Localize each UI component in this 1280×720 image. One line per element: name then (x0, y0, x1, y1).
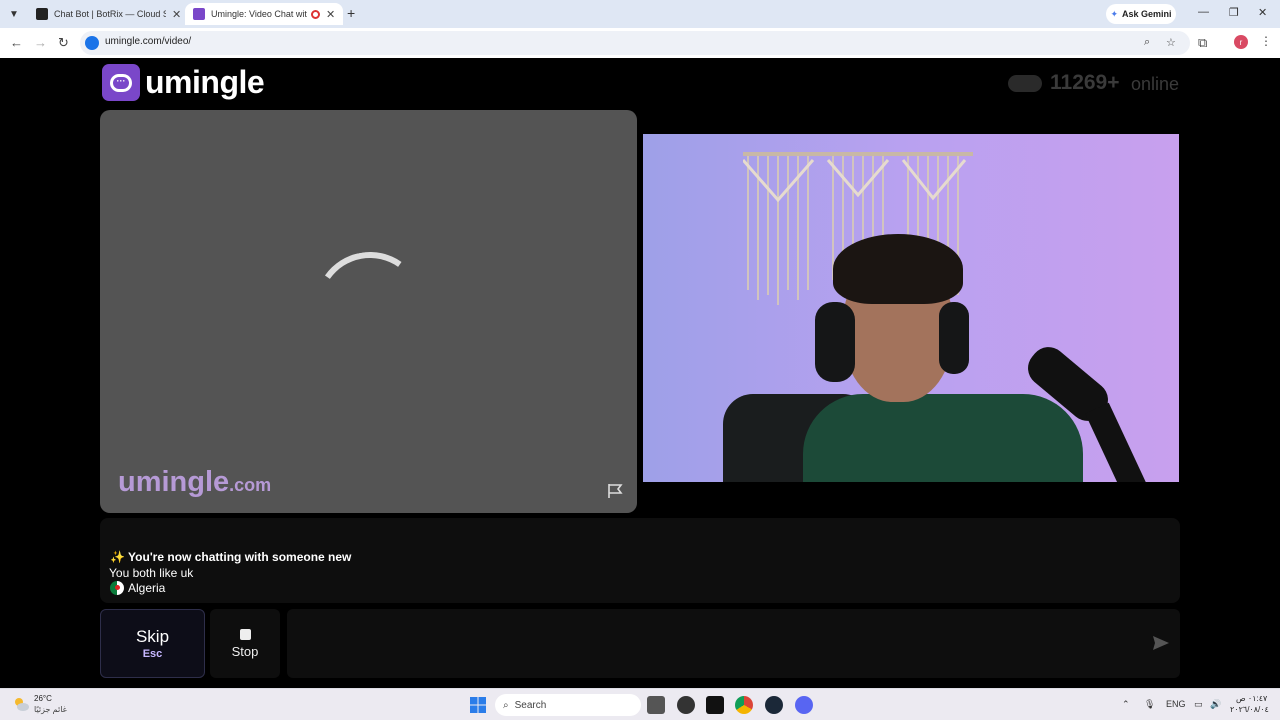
close-window-icon[interactable]: ✕ (1258, 6, 1267, 19)
stranger-video: umingle.com (100, 110, 637, 513)
online-label: online (1131, 74, 1180, 94)
windows-start-icon[interactable] (469, 696, 487, 714)
url-text[interactable]: umingle.com/video/ (105, 36, 191, 47)
weather-partly-cloudy-icon[interactable] (12, 696, 30, 712)
skip-label: Skip (135, 627, 170, 646)
report-flag-icon[interactable] (607, 483, 625, 499)
watermark-main: umingle (118, 466, 230, 498)
tab-title: Chat Bot | BotRix — Cloud Strea (54, 9, 166, 19)
stop-icon (239, 628, 251, 640)
restore-icon[interactable]: ❐ (1229, 6, 1239, 19)
zoom-icon[interactable]: ⌕ (1144, 36, 1150, 49)
self-camera-video (643, 134, 1179, 482)
address-bar[interactable]: umingle.com/video/ ⌕ ☆ (80, 31, 1190, 55)
taskbar-search[interactable]: ⌕ Search (495, 694, 641, 716)
bookmark-star-icon[interactable]: ☆ (1166, 36, 1176, 49)
headset-left (815, 302, 855, 382)
search-icon: ⌕ (503, 699, 509, 711)
minimize-icon[interactable]: — (1198, 6, 1209, 18)
stop-button[interactable]: Stop (210, 609, 280, 678)
taskbar-search-label: Search (514, 699, 547, 711)
botrix-favicon-icon (36, 8, 48, 20)
obs-app-icon[interactable] (677, 696, 695, 714)
close-tab-icon[interactable]: ✕ (172, 8, 181, 21)
skip-button[interactable]: Skip Esc (100, 609, 205, 678)
headset-right (939, 302, 969, 374)
umingle-logo-icon[interactable]: ··· (102, 64, 140, 101)
system-message-new-partner: ✨ You're now chatting with someone new (110, 550, 352, 564)
discord-icon[interactable] (795, 696, 813, 714)
tray-chevron-icon[interactable]: ⌃ (1122, 699, 1130, 710)
loading-spinner-icon (306, 243, 434, 371)
browser-toolbar: ← → ↻ umingle.com/video/ ⌕ ☆ ⧉ r ⋮ (0, 28, 1280, 58)
system-message-country: Algeria (110, 581, 165, 595)
tab-search-icon[interactable]: ▼ (5, 5, 23, 23)
new-tab-icon[interactable]: + (347, 5, 355, 21)
app-a-icon[interactable] (706, 696, 724, 714)
umingle-page: ··· umingle 11269+ online umingle.com ✨ … (0, 58, 1280, 688)
stop-label: Stop (231, 643, 259, 659)
tab-umingle[interactable]: Umingle: Video Chat with S ✕ (185, 3, 344, 25)
skip-shortcut: Esc (142, 648, 163, 660)
ask-gemini-button[interactable]: ✦ Ask Gemini (1106, 4, 1176, 24)
country-name: Algeria (128, 581, 166, 595)
umingle-favicon-icon (193, 8, 205, 20)
algeria-flag-icon (110, 581, 124, 595)
windows-taskbar: 26°C غائم جزئيًا ⌕ Search ⌃ 🎙 ENG ▭ 🔊 ٠١… (0, 688, 1280, 720)
extensions-icon[interactable]: ⧉ (1198, 35, 1207, 51)
weather-desc: غائم جزئيًا (34, 705, 67, 714)
reload-icon[interactable]: ↻ (58, 35, 69, 51)
recording-icon (311, 9, 320, 19)
close-tab-icon[interactable]: ✕ (326, 8, 335, 21)
tab-botrix[interactable]: Chat Bot | BotRix — Cloud Strea ✕ (28, 3, 189, 25)
system-message-common-interest: You both like uk (109, 566, 194, 580)
forward-icon[interactable]: → (34, 35, 47, 50)
ask-gemini-label: Ask Gemini (1122, 9, 1172, 19)
online-count: 11269+ (1050, 71, 1120, 94)
profile-avatar[interactable]: r (1234, 35, 1248, 49)
site-info-icon[interactable] (85, 36, 99, 50)
message-input[interactable] (287, 609, 1180, 678)
person-hair (833, 234, 963, 304)
weather-temp: 26°C (34, 694, 52, 703)
network-icon[interactable]: ▭ (1194, 699, 1203, 710)
microphone-icon[interactable]: 🎙 (1144, 699, 1155, 710)
chrome-icon[interactable] (735, 696, 753, 714)
site-logo-text[interactable]: umingle (145, 64, 265, 101)
gemini-sparkle-icon: ✦ (1110, 8, 1118, 19)
video-watermark: umingle.com (118, 466, 271, 499)
profile-initial: r (1239, 37, 1243, 47)
tab-strip: ▼ Chat Bot | BotRix — Cloud Strea ✕ Umin… (0, 0, 1280, 28)
steam-icon[interactable] (765, 696, 783, 714)
clock-time[interactable]: ٠١:٤٧ ص (1236, 694, 1267, 703)
chat-log: ✨ You're now chatting with someone new Y… (100, 518, 1180, 603)
input-language[interactable]: ENG (1166, 699, 1186, 709)
volume-icon[interactable]: 🔊 (1210, 699, 1221, 710)
tab-title: Umingle: Video Chat with S (211, 9, 307, 19)
microphone-stand (1085, 402, 1147, 482)
watermark-suffix: .com (229, 475, 272, 495)
back-icon[interactable]: ← (10, 35, 23, 50)
menu-kebab-icon[interactable]: ⋮ (1260, 34, 1272, 48)
browser-chrome: ▼ Chat Bot | BotRix — Cloud Strea ✕ Umin… (0, 0, 1280, 58)
clock-date[interactable]: ٢٠٢٦/٠٨/٠٤ (1230, 705, 1269, 714)
person-shirt (803, 394, 1083, 482)
online-toggle[interactable] (1008, 75, 1042, 92)
send-icon[interactable] (1152, 635, 1170, 651)
task-view-icon[interactable] (647, 696, 665, 714)
